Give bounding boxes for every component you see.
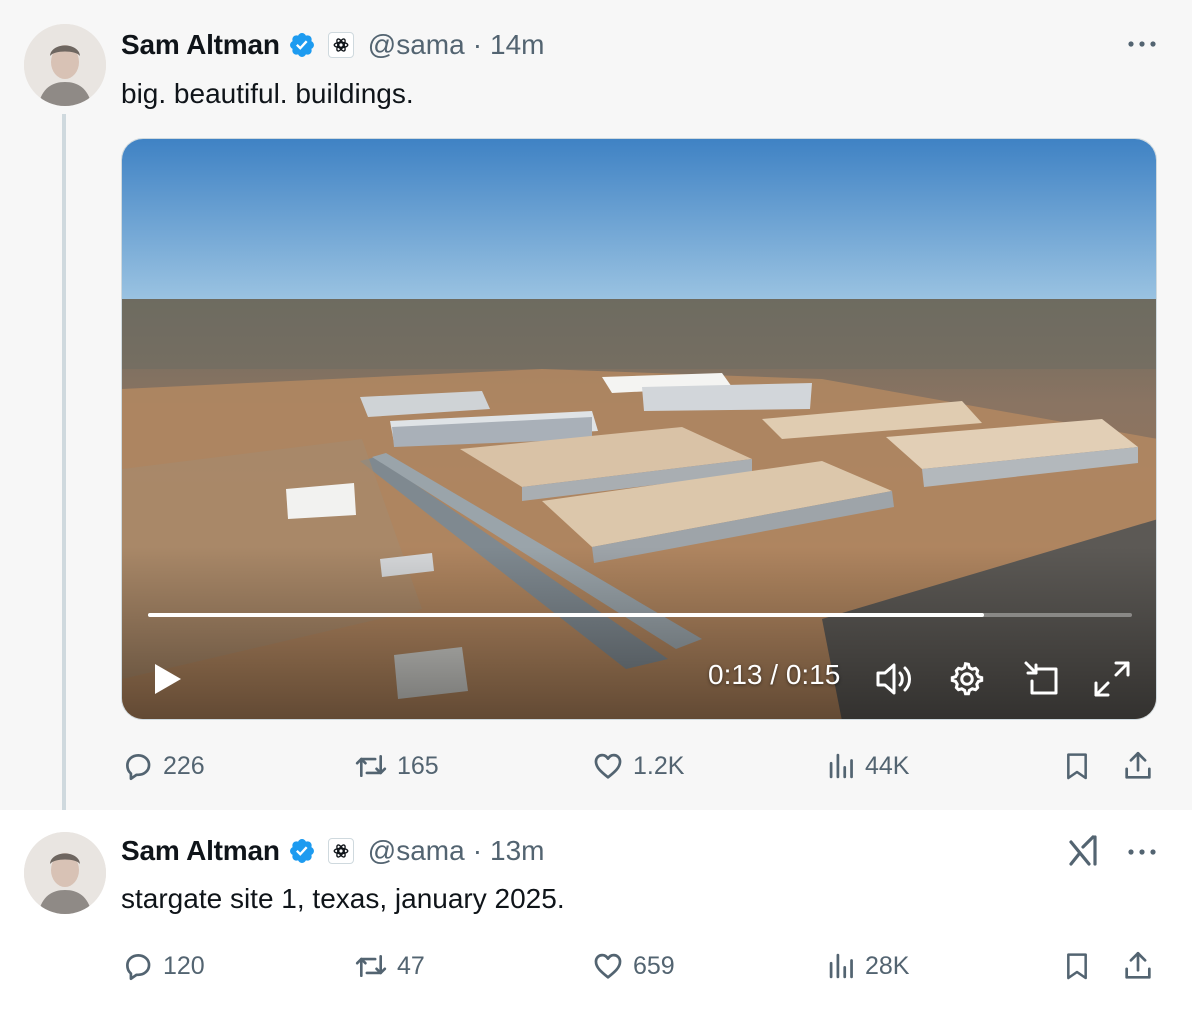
timestamp[interactable]: 13m bbox=[490, 835, 544, 867]
picture-in-picture-icon[interactable] bbox=[1018, 655, 1066, 703]
video-time: 0:13 / 0:15 bbox=[708, 659, 841, 690]
tweet-header: Sam Altman @sama · 14m bbox=[121, 25, 545, 65]
views-button[interactable]: 28K bbox=[827, 946, 909, 986]
repost-icon bbox=[355, 754, 387, 778]
author-name[interactable]: Sam Altman bbox=[121, 835, 280, 867]
share-button[interactable] bbox=[1121, 946, 1155, 986]
reply-count: 226 bbox=[163, 751, 205, 780]
affiliation-badge-icon[interactable] bbox=[327, 838, 354, 864]
views-icon bbox=[829, 953, 853, 979]
share-icon bbox=[1125, 951, 1151, 979]
more-options-icon[interactable] bbox=[1122, 832, 1162, 872]
reply-icon bbox=[126, 754, 151, 781]
separator: · bbox=[472, 835, 483, 866]
video-frame bbox=[122, 139, 1156, 719]
reply-button[interactable]: 226 bbox=[121, 746, 205, 786]
avatar[interactable] bbox=[24, 832, 106, 914]
tweet-2[interactable]: Sam Altman @sama · 13m stargate site 1, … bbox=[0, 810, 1192, 1012]
reply-button[interactable]: 120 bbox=[121, 946, 205, 986]
repost-count: 165 bbox=[397, 751, 439, 780]
video-progress-bar[interactable] bbox=[148, 613, 1132, 617]
like-button[interactable]: 1.2K bbox=[591, 746, 684, 786]
thread-connector-line bbox=[62, 114, 66, 826]
like-count: 659 bbox=[633, 951, 675, 980]
video-progress-fill bbox=[148, 613, 985, 617]
avatar[interactable] bbox=[24, 24, 106, 106]
verified-badge-icon[interactable] bbox=[288, 837, 316, 865]
views-icon bbox=[829, 753, 853, 779]
tweet-actions: 226 165 1.2K 44K bbox=[121, 746, 1161, 786]
tweet-actions: 120 47 659 28K bbox=[121, 946, 1161, 986]
timestamp[interactable]: 14m bbox=[490, 29, 544, 61]
separator: · bbox=[472, 29, 483, 60]
share-button[interactable] bbox=[1121, 746, 1155, 786]
views-button[interactable]: 44K bbox=[827, 746, 909, 786]
video-player[interactable]: 0:13 / 0:15 bbox=[121, 138, 1157, 720]
like-button[interactable]: 659 bbox=[591, 946, 675, 986]
fullscreen-icon[interactable] bbox=[1088, 655, 1136, 703]
share-icon bbox=[1125, 751, 1151, 779]
verified-badge-icon[interactable] bbox=[288, 31, 316, 59]
bookmark-button[interactable] bbox=[1061, 946, 1093, 986]
repost-button[interactable]: 47 bbox=[353, 946, 425, 986]
reply-icon bbox=[126, 954, 151, 981]
views-count: 28K bbox=[865, 951, 910, 980]
heart-icon bbox=[594, 753, 622, 779]
author-handle[interactable]: @sama bbox=[368, 29, 465, 61]
play-icon[interactable] bbox=[144, 657, 192, 701]
bookmark-icon bbox=[1067, 753, 1087, 780]
author-name[interactable]: Sam Altman bbox=[121, 29, 280, 61]
author-handle[interactable]: @sama bbox=[368, 835, 465, 867]
tweet-text: stargate site 1, texas, january 2025. bbox=[121, 883, 565, 914]
heart-icon bbox=[594, 953, 622, 979]
affiliation-badge-icon[interactable] bbox=[327, 32, 354, 58]
tweet-header: Sam Altman @sama · 13m bbox=[121, 831, 545, 871]
volume-icon[interactable] bbox=[870, 657, 918, 701]
grok-icon[interactable] bbox=[1064, 830, 1104, 870]
repost-button[interactable]: 165 bbox=[353, 746, 439, 786]
tweet-1[interactable]: Sam Altman @sama · 14m big. beautiful. b… bbox=[0, 0, 1192, 810]
tweet-text: big. beautiful. buildings. bbox=[121, 78, 414, 109]
repost-icon bbox=[355, 954, 387, 978]
like-count: 1.2K bbox=[633, 751, 685, 780]
repost-count: 47 bbox=[397, 951, 425, 980]
bookmark-button[interactable] bbox=[1061, 746, 1093, 786]
bookmark-icon bbox=[1067, 953, 1087, 980]
settings-icon[interactable] bbox=[944, 657, 990, 701]
more-options-icon[interactable] bbox=[1122, 24, 1162, 64]
views-count: 44K bbox=[865, 751, 910, 780]
reply-count: 120 bbox=[163, 951, 205, 980]
